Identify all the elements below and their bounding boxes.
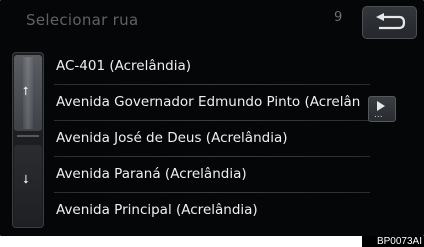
- list-item[interactable]: Avenida Paraná (Acrelândia): [54, 158, 370, 193]
- street-list: AC-401 (Acrelândia) Avenida Governador E…: [54, 50, 420, 230]
- street-name: Avenida José de Deus (Acrelândia): [56, 130, 288, 146]
- nav-screen: Selecionar rua 9 ⭡ ⭣ AC-401 (Acrelândia)…: [0, 0, 424, 236]
- street-name: AC-401 (Acrelândia): [56, 58, 192, 74]
- return-arrow-icon: [376, 13, 406, 30]
- street-name: Avenida Principal (Acrelândia): [56, 202, 258, 218]
- list-item[interactable]: AC-401 (Acrelândia): [54, 50, 370, 85]
- row-divider: [54, 120, 370, 121]
- street-name: Avenida Paraná (Acrelândia): [56, 166, 247, 182]
- arrow-up-icon: ⭡: [23, 84, 29, 98]
- more-dots: ...: [374, 110, 383, 120]
- arrow-down-icon: ⭣: [23, 172, 29, 186]
- scroll-position-mark: [17, 135, 39, 137]
- show-full-name-button[interactable]: ...: [368, 96, 396, 122]
- image-code-label: BP0073AI: [362, 236, 424, 247]
- scroll-down-button[interactable]: ⭣: [14, 145, 42, 225]
- back-button[interactable]: [362, 6, 417, 39]
- result-count: 9: [334, 10, 343, 25]
- list-item[interactable]: Avenida José de Deus (Acrelândia): [54, 122, 370, 157]
- street-name: Avenida Governador Edmundo Pinto (Acrelâ…: [56, 94, 361, 110]
- page-title: Selecionar rua: [26, 11, 139, 29]
- row-divider: [54, 156, 370, 157]
- row-divider: [54, 84, 370, 85]
- list-item[interactable]: Avenida Governador Edmundo Pinto (Acrelâ…: [54, 86, 370, 121]
- scroll-up-button[interactable]: ⭡: [14, 55, 42, 131]
- scroll-bar: ⭡ ⭣: [12, 52, 44, 228]
- header-bar: Selecionar rua 9: [0, 0, 424, 43]
- list-item[interactable]: Avenida Principal (Acrelândia): [54, 194, 364, 229]
- row-divider: [54, 192, 370, 193]
